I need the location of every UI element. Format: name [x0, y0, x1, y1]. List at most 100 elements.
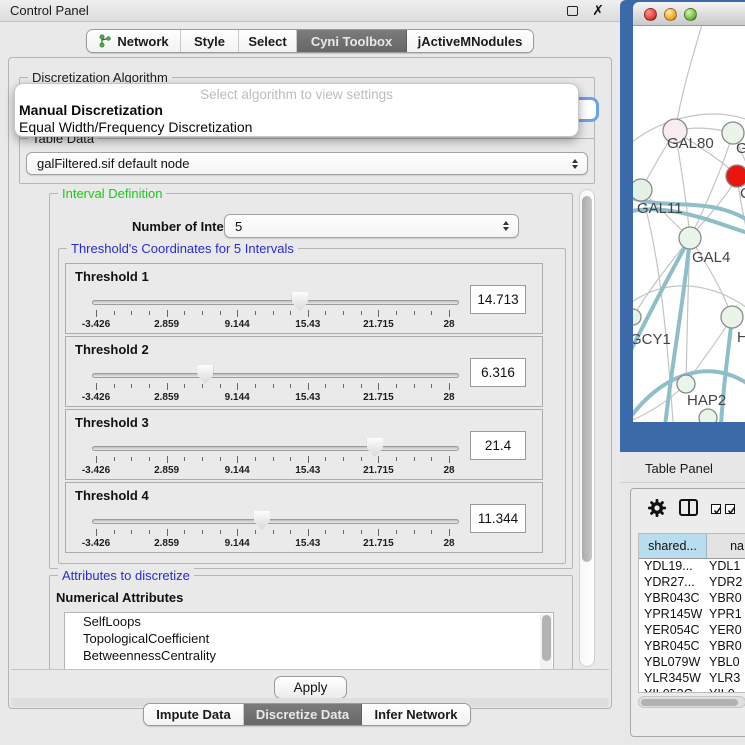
- gear-icon[interactable]: [647, 498, 667, 518]
- dropdown-placeholder-item[interactable]: Select algorithm to view settings: [15, 87, 578, 102]
- tab-select[interactable]: Select: [239, 30, 297, 52]
- slider-tick: [114, 457, 115, 461]
- table-horizontal-scrollbar[interactable]: [638, 696, 745, 708]
- threshold-label: Threshold 3: [75, 415, 149, 430]
- minimize-traffic-light-icon[interactable]: [664, 8, 677, 21]
- slider-tick: [414, 530, 415, 534]
- slider-tick-label: 9.144: [225, 392, 250, 403]
- cell-shared-name: YDR27...: [639, 575, 707, 591]
- slider-tick: [114, 311, 115, 315]
- threshold-slider[interactable]: -3.4262.8599.14415.4321.71528: [84, 507, 459, 551]
- slider-tick: [449, 383, 450, 390]
- attributes-list-scrollbar[interactable]: [540, 614, 552, 669]
- slider-tick: [325, 530, 326, 534]
- scrollbar-thumb[interactable]: [542, 615, 551, 661]
- GAL4-node[interactable]: [679, 227, 701, 249]
- slider-tick: [290, 530, 291, 534]
- tab-network[interactable]: Network: [87, 30, 181, 52]
- spinner-arrows-icon: [572, 159, 578, 169]
- node-label-GAL80: GAL80: [667, 135, 714, 152]
- table-data-combobox[interactable]: galFiltered.sif default node: [26, 152, 588, 175]
- tab-impute-data[interactable]: Impute Data: [144, 704, 244, 725]
- network-canvas[interactable]: GAL80GACGAL11GAL4GCY1HHAP2: [633, 26, 745, 422]
- slider-tick: [167, 456, 168, 463]
- bottom-node[interactable]: [699, 409, 717, 422]
- red-node[interactable]: [726, 165, 745, 187]
- table-row[interactable]: YBR043CYBR0: [639, 591, 745, 607]
- slider-track[interactable]: [92, 373, 459, 378]
- GCY1-node[interactable]: [633, 309, 641, 325]
- group-title: Threshold's Coordinates for 5 Intervals: [67, 241, 298, 256]
- table-row[interactable]: YIL052CYIL0: [639, 687, 745, 693]
- attributes-group: Attributes to discretize Numerical Attri…: [49, 575, 573, 669]
- slider-thumb[interactable]: [367, 438, 383, 457]
- slider-tick: [308, 310, 309, 317]
- slider-tick: [149, 530, 150, 534]
- attribute-list-item[interactable]: BetweennessCentrality: [65, 647, 553, 664]
- table-row[interactable]: YDL19...YDL1: [639, 559, 745, 575]
- checkbox-checked-icon[interactable]: [711, 504, 721, 514]
- close-traffic-light-icon[interactable]: [644, 8, 657, 21]
- slider-tick-label: 28: [443, 538, 454, 549]
- table-header-row: shared... na: [639, 534, 745, 559]
- threshold-slider[interactable]: -3.4262.8599.14415.4321.71528: [84, 434, 459, 478]
- attribute-list-item[interactable]: TopologicalCoefficient: [65, 630, 553, 647]
- dropdown-item-manual[interactable]: Manual Discretization: [15, 102, 578, 119]
- table-row[interactable]: YER054CYER0: [639, 623, 745, 639]
- table-row[interactable]: YDR27...YDR2: [639, 575, 745, 591]
- threshold-2-box: Threshold 2-3.4262.8599.14415.4321.71528…: [65, 336, 543, 407]
- slider-tick: [184, 311, 185, 315]
- checkbox-checked-icon[interactable]: [725, 504, 735, 514]
- tab-cyni-toolbox[interactable]: Cyni Toolbox: [297, 30, 407, 52]
- interval-definition-group: Interval Definition Number of Intervals …: [49, 193, 573, 569]
- table-row[interactable]: YBL079WYBL0: [639, 655, 745, 671]
- threshold-value-field[interactable]: 14.713: [470, 285, 526, 314]
- threshold-value-field[interactable]: 6.316: [470, 358, 526, 387]
- tab-discretize-data[interactable]: Discretize Data: [244, 704, 362, 725]
- threshold-3-box: Threshold 3 -3.4262.8599.14415.4321.71528…: [65, 409, 543, 480]
- tab-style[interactable]: Style: [181, 30, 239, 52]
- GAL11-node[interactable]: [633, 179, 652, 201]
- cell-shared-name: YIL052C: [639, 687, 707, 693]
- number-of-intervals-combobox[interactable]: 5: [224, 214, 519, 238]
- close-icon[interactable]: ✗: [592, 2, 604, 19]
- threshold-value-field[interactable]: 21.4: [470, 431, 526, 460]
- zoom-traffic-light-icon[interactable]: [684, 8, 697, 21]
- threshold-slider[interactable]: -3.4262.8599.14415.4321.71528: [84, 288, 459, 332]
- numerical-attributes-list[interactable]: SelfLoopsTopologicalCoefficientBetweenne…: [64, 612, 554, 669]
- slider-thumb[interactable]: [254, 511, 270, 530]
- slider-thumb[interactable]: [197, 365, 213, 384]
- dropdown-item-equal-width[interactable]: Equal Width/Frequency Discretization: [15, 119, 578, 136]
- scrollbar-thumb[interactable]: [582, 196, 592, 562]
- table-row[interactable]: YLR345WYLR3: [639, 671, 745, 687]
- tab-infer-network[interactable]: Infer Network: [362, 704, 470, 725]
- threshold-slider[interactable]: -3.4262.8599.14415.4321.71528: [84, 361, 459, 405]
- slider-tick-label: 21.715: [363, 392, 394, 403]
- H-node[interactable]: [721, 306, 743, 328]
- slider-tick: [343, 311, 344, 315]
- cell-name: YER0: [707, 623, 745, 639]
- attribute-list-item[interactable]: SelfLoops: [65, 613, 553, 630]
- slider-track[interactable]: [92, 300, 459, 305]
- float-window-icon[interactable]: [567, 6, 578, 16]
- network-window-titlebar: [633, 2, 745, 26]
- table-row[interactable]: YPR145WYPR1: [639, 607, 745, 623]
- HAP2-node[interactable]: [677, 375, 695, 393]
- network-graph: GAL80GACGAL11GAL4GCY1HHAP2: [633, 26, 745, 422]
- slider-tick: [255, 384, 256, 388]
- slider-track[interactable]: [92, 446, 459, 451]
- threshold-value-field[interactable]: 11.344: [470, 504, 526, 533]
- table-row[interactable]: YBR045CYBR0: [639, 639, 745, 655]
- cell-shared-name: YER054C: [639, 623, 707, 639]
- apply-button[interactable]: Apply: [274, 676, 347, 699]
- scrollbar-thumb[interactable]: [641, 699, 738, 706]
- slider-track[interactable]: [92, 519, 459, 524]
- split-column-icon[interactable]: [679, 499, 698, 516]
- slider-thumb[interactable]: [292, 292, 308, 311]
- settings-vertical-scrollbar[interactable]: [579, 189, 595, 667]
- tab-jactivemnodules[interactable]: jActiveMNodules: [407, 30, 533, 52]
- tab-label: Select: [248, 34, 286, 49]
- slider-tick: [202, 384, 203, 388]
- column-header-name[interactable]: na: [707, 534, 745, 559]
- column-header-shared-name[interactable]: shared...: [639, 534, 707, 559]
